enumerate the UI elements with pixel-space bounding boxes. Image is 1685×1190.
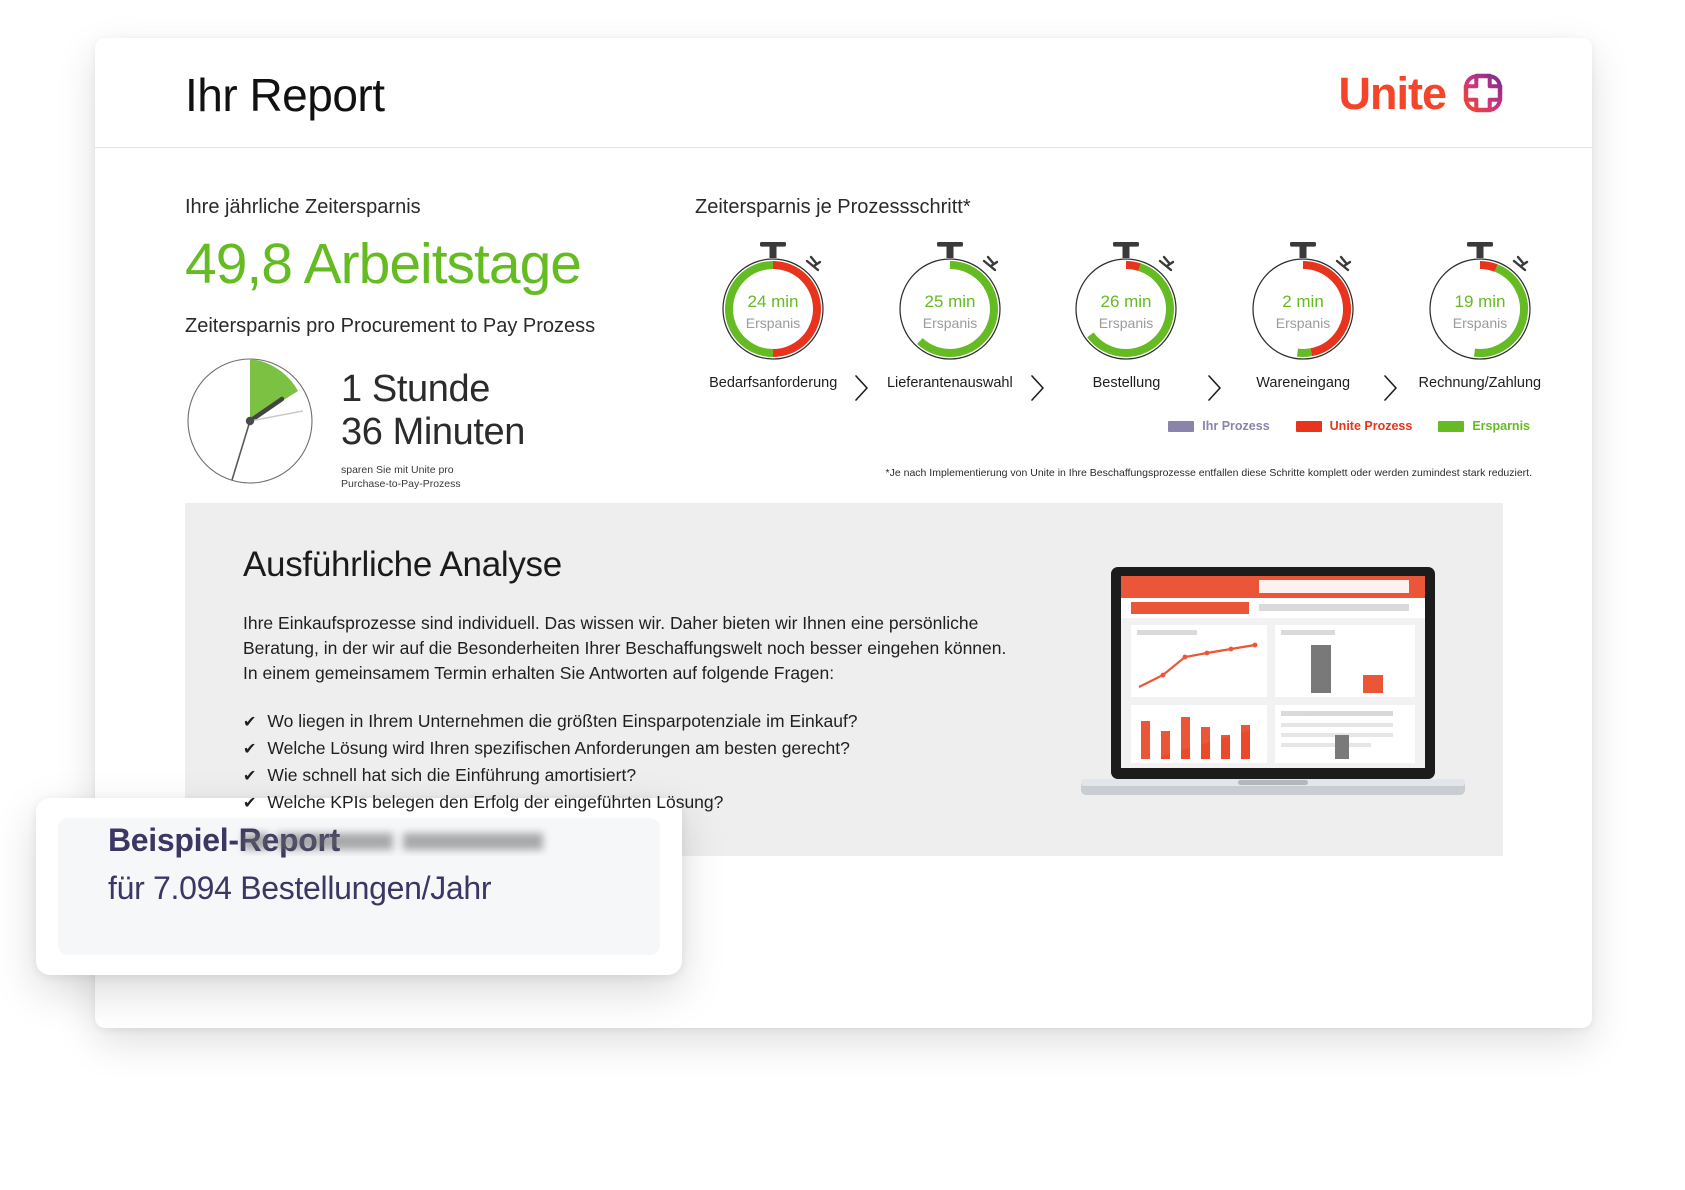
gauge-arc-unite-prozess: [1479, 261, 1498, 272]
legend-item-2: Unite Prozess: [1295, 419, 1413, 433]
report-header: Ihr Report Unite: [95, 38, 1592, 148]
report-top-area: Ihre jährliche Zeitersparnis 49,8 Arbeit…: [95, 148, 1592, 518]
process-gauge-4: 2 min Erspanis Wareneingang: [1231, 237, 1375, 391]
gauge-unit-label: Erspanis: [746, 315, 800, 331]
gauge-unit-label: Erspanis: [1276, 315, 1330, 331]
annual-savings-panel: Ihre jährliche Zeitersparnis 49,8 Arbeit…: [185, 196, 655, 492]
analysis-bullet-3: ✔ Wie schnell hat sich die Einführung amo…: [243, 762, 1015, 789]
process-gauge-5: 19 min Erspanis Rechnung/Zahlung: [1408, 237, 1552, 391]
chevron-right-icon: [1199, 237, 1231, 403]
per-process-clock-row: 1 Stunde 36 Minuten sparen Sie mit Unite…: [185, 356, 655, 492]
annual-savings-value: 49,8 Arbeitstage: [185, 232, 582, 296]
legend-swatch-icon: [1295, 420, 1322, 432]
analysis-bullet-1: ✔ Wo liegen in Ihrem Unternehmen die größ…: [243, 708, 1015, 735]
process-step-label: Rechnung/Zahlung: [1418, 375, 1542, 391]
page-title: Ihr Report: [185, 69, 385, 121]
legend-label: Unite Prozess: [1329, 419, 1413, 433]
process-legend: Ihr Prozess Unite Prozess Ersparnis: [695, 419, 1552, 433]
analysis-bullet-text: Wie schnell hat sich die Einführung amor…: [267, 765, 637, 786]
gauge-value: 19 min: [1454, 292, 1505, 311]
detailed-analysis-content: Ausführliche Analyse Ihre Einkaufsprozes…: [185, 503, 1015, 850]
sample-report-subtitle: für 7.094 Bestellungen/Jahr: [108, 870, 492, 906]
analysis-bullet-2: ✔ Welche Lösung wird Ihren spezifischen A…: [243, 735, 1015, 762]
analysis-bullet-text: Welche KPIs belegen den Erfolg der einge…: [267, 792, 724, 813]
gauge-arc-ersparnis: [1297, 348, 1313, 357]
legend-label: Ihr Prozess: [1202, 419, 1270, 433]
process-gauge-2: 25 min Erspanis Lieferantenauswahl: [878, 237, 1022, 391]
analysis-bullet-text: Welche Lösung wird Ihren spezifischen An…: [267, 737, 850, 758]
clock-note-line-2: Purchase-to-Pay-Prozess: [341, 477, 461, 490]
chevron-right-icon: [1022, 237, 1054, 403]
detailed-analysis-title: Ausführliche Analyse: [243, 545, 562, 584]
unite-plus-logo-icon: [1460, 70, 1506, 116]
gauge-unit-label: Erspanis: [923, 315, 977, 331]
check-icon: ✔: [243, 795, 257, 813]
check-icon: ✔: [243, 713, 257, 731]
legend-swatch-icon: [1168, 420, 1195, 432]
process-gauge-3: 26 min Erspanis Bestellung: [1054, 237, 1198, 391]
per-process-clock-text: 1 Stunde 36 Minuten sparen Sie mit Unite…: [341, 356, 525, 492]
process-step-label: Wareneingang: [1256, 375, 1351, 391]
per-process-kicker: Zeitersparnis pro Procurement to Pay Pro…: [185, 315, 596, 338]
analysis-bullet-4: ✔ Welche KPIs belegen den Erfolg der eing…: [243, 789, 1015, 816]
legend-item-3: Ersparnis: [1438, 419, 1530, 433]
gauge-unit-label: Erspanis: [1453, 315, 1507, 331]
gauge-arc-unite-prozess: [1126, 261, 1142, 271]
brand-wordmark: Unite: [1338, 67, 1447, 119]
clock-note-line-1: sparen Sie mit Unite pro: [341, 463, 454, 476]
detailed-analysis-paragraph: Ihre Einkaufsprozesse sind individuell. …: [243, 613, 1007, 683]
detailed-analysis-bullets: ✔ Wo liegen in Ihrem Unternehmen die größ…: [243, 708, 1015, 817]
gauge-value: 24 min: [748, 292, 799, 311]
gauge-value: 26 min: [1101, 292, 1152, 311]
process-steps-panel: Zeitersparnis je Prozessschritt* 24 min E…: [695, 196, 1552, 479]
detailed-analysis-section: Ausführliche Analyse Ihre Einkaufsprozes…: [185, 503, 1503, 856]
analysis-bullet-text: Wo liegen in Ihrem Unternehmen die größt…: [267, 710, 858, 731]
brand-logo: Unite: [1339, 70, 1507, 116]
clock-wedge-icon: [185, 356, 315, 486]
gauge-value: 25 min: [924, 292, 975, 311]
laptop-dashboard-illustration: [1073, 559, 1473, 839]
process-steps-title: Zeitersparnis je Prozessschritt*: [695, 196, 971, 218]
legend-swatch-icon: [1438, 420, 1465, 432]
process-footnote: *Je nach Implementierung von Unite in Ih…: [885, 467, 1532, 479]
gauge-unit-label: Erspanis: [1099, 315, 1153, 331]
chevron-right-icon: [1375, 237, 1407, 403]
report-preview-stage: Ihr Report Unite Ihre jährliche Zeitersp…: [0, 0, 1685, 1190]
process-gauge-strip: 24 min Erspanis Bedarfsanforderung 25 min Er…: [695, 237, 1552, 403]
annual-savings-kicker: Ihre jährliche Zeitersparnis: [185, 196, 421, 218]
legend-item-1: Ihr Prozess: [1168, 419, 1270, 433]
process-gauge-1: 24 min Erspanis Bedarfsanforderung: [701, 237, 845, 391]
chevron-right-icon: [845, 237, 877, 403]
obscured-text-line: [243, 832, 573, 850]
process-step-label: Bedarfsanforderung: [709, 375, 838, 391]
legend-label: Ersparnis: [1472, 419, 1530, 433]
clock-hours-line: 1 Stunde: [341, 368, 490, 411]
gauge-value: 2 min: [1282, 292, 1324, 311]
process-step-label: Bestellung: [1092, 375, 1161, 391]
process-step-label: Lieferantenauswahl: [886, 375, 1013, 391]
check-icon: ✔: [243, 768, 257, 786]
clock-minutes-line: 36 Minuten: [341, 411, 526, 454]
check-icon: ✔: [243, 740, 257, 758]
